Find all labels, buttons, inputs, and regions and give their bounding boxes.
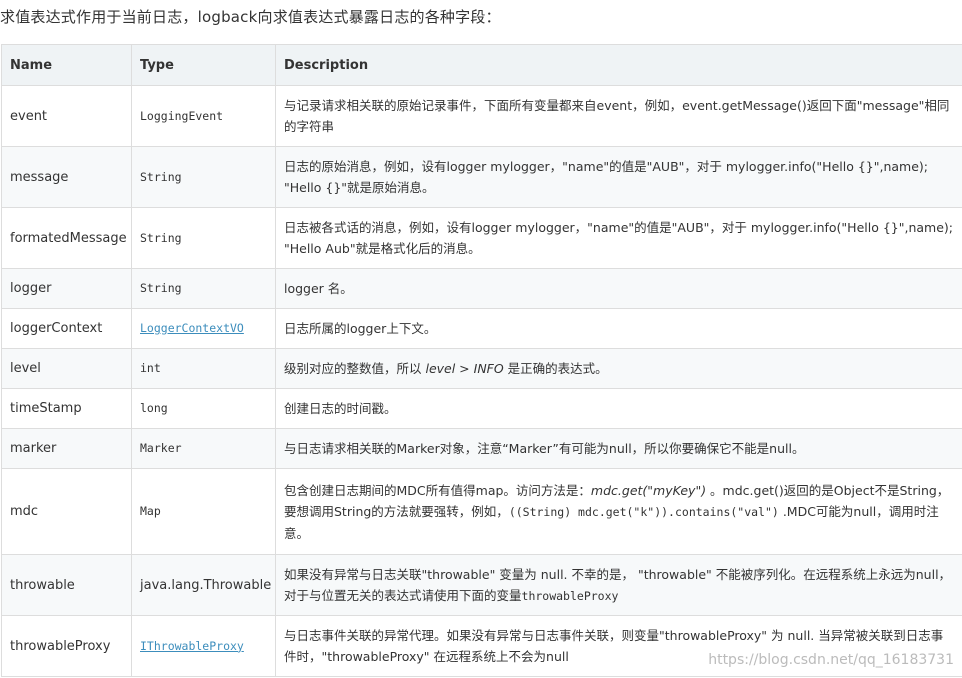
field-type: LoggingEvent [131,85,276,147]
desc-text: 是正确的表达式。 [503,361,608,376]
field-description: 日志所属的logger上下文。 [275,308,962,349]
desc-text: 级别对应的整数值，所以 [284,361,426,376]
desc-code: ((String) mdc.get("k")).contains("val") [508,504,779,519]
field-name: event [1,85,132,147]
desc-code: throwableProxy [521,588,619,603]
desc-expression: mdc.get("myKey") [590,482,707,498]
field-name: logger [1,268,132,309]
field-description: 包含创建日志期间的MDC所有值得map。访问方法是：mdc.get("myKey… [275,468,962,555]
field-description: 与记录请求相关联的原始记录事件，下面所有变量都来自event，例如，event.… [275,85,962,147]
field-type: long [131,388,276,429]
field-description: 级别对应的整数值，所以 level > INFO 是正确的表达式。 [275,348,962,389]
field-description: 与日志请求相关联的Marker对象，注意“Marker”有可能为null，所以你… [275,428,962,469]
field-name: level [1,348,132,389]
table-header-row: Name Type Description [1,44,962,86]
field-type: Marker [131,428,276,469]
field-name: marker [1,428,132,469]
header-name: Name [1,44,132,86]
field-name: mdc [1,468,132,555]
table-row: formatedMessage String 日志被各式话的消息，例如，设有lo… [1,207,962,269]
field-type: java.lang.Throwable [131,554,276,616]
field-description: 日志的原始消息，例如，设有logger mylogger，"name"的值是"A… [275,146,962,208]
intro-text: 求值表达式作用于当前日志，logback向求值表达式暴露日志的各种字段： [0,8,501,26]
header-type: Type [131,44,276,86]
field-description: 如果没有异常与日志关联"throwable" 变量为 null. 不幸的是， "… [275,554,962,616]
field-description: logger 名。 [275,268,962,309]
table-row: throwable java.lang.Throwable 如果没有异常与日志关… [1,554,962,616]
field-name: throwableProxy [1,615,132,677]
field-name: throwable [1,554,132,616]
field-type-cell: IThrowableProxy [131,615,276,677]
desc-text: 包含创建日志期间的MDC所有值得map。访问方法是： [284,482,591,498]
desc-expression: level > INFO [425,361,504,376]
watermark: https://blog.csdn.net/qq_16183731 [708,652,954,668]
table-row: marker Marker 与日志请求相关联的Marker对象，注意“Marke… [1,428,962,469]
field-name: timeStamp [1,388,132,429]
table-row: mdc Map 包含创建日志期间的MDC所有值得map。访问方法是：mdc.ge… [1,468,962,555]
header-description: Description [275,44,962,86]
logger-context-vo-link[interactable]: LoggerContextVO [140,321,244,335]
field-description: 创建日志的时间戳。 [275,388,962,429]
field-type: Map [131,468,276,555]
table-row: event LoggingEvent 与记录请求相关联的原始记录事件，下面所有变… [1,85,962,147]
table-row: logger String logger 名。 [1,268,962,309]
field-description: 日志被各式话的消息，例如，设有logger mylogger，"name"的值是… [275,207,962,269]
field-name: formatedMessage [1,207,132,269]
ithrowable-proxy-link[interactable]: IThrowableProxy [140,639,244,653]
field-type: String [131,207,276,269]
field-name: message [1,146,132,208]
fields-table: Name Type Description event LoggingEvent… [1,44,962,677]
table-row: loggerContext LoggerContextVO 日志所属的logge… [1,308,962,349]
field-type-cell: LoggerContextVO [131,308,276,349]
field-type: String [131,146,276,208]
table-row: level int 级别对应的整数值，所以 level > INFO 是正确的表… [1,348,962,389]
table-row: timeStamp long 创建日志的时间戳。 [1,388,962,429]
table-row: message String 日志的原始消息，例如，设有logger mylog… [1,146,962,208]
field-type: int [131,348,276,389]
field-name: loggerContext [1,308,132,349]
field-type: String [131,268,276,309]
